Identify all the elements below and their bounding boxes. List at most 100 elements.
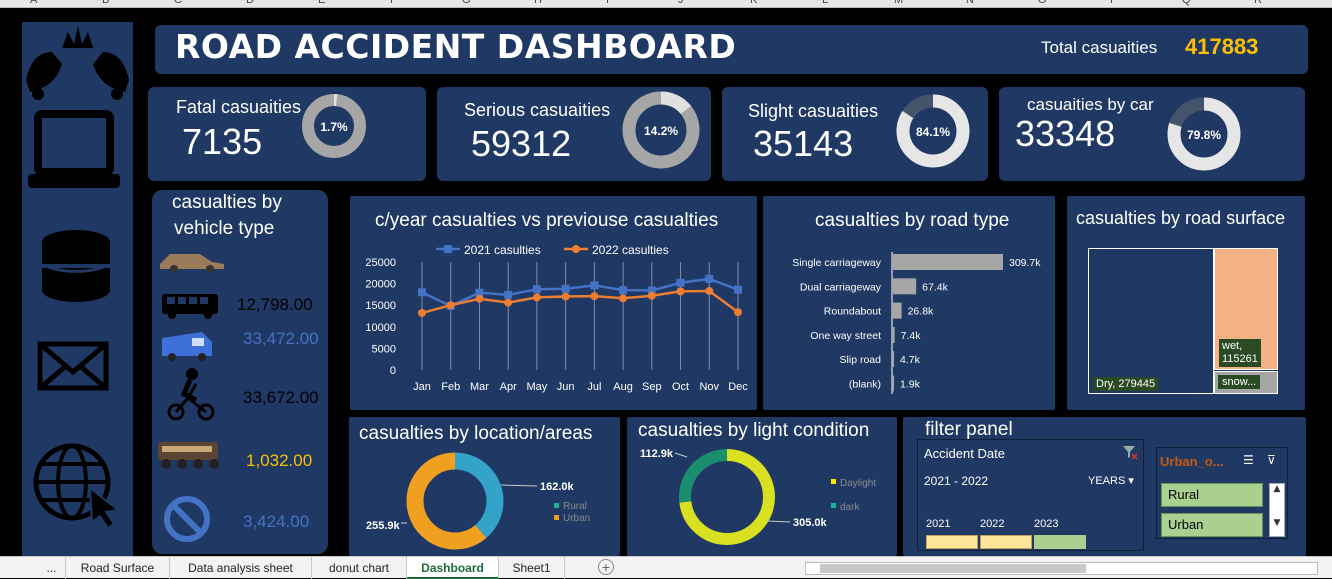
mail-icon[interactable]	[37, 341, 109, 391]
bar[interactable]	[892, 351, 894, 368]
data-point[interactable]	[647, 291, 656, 300]
slicer-item-urban[interactable]: Urban	[1161, 513, 1263, 537]
data-point[interactable]	[446, 301, 455, 310]
column-letter[interactable]: O	[1038, 0, 1047, 6]
laptop-icon[interactable]	[28, 110, 120, 188]
bar[interactable]	[892, 375, 894, 392]
data-point[interactable]	[532, 285, 541, 294]
data-point[interactable]	[705, 274, 714, 283]
column-letter[interactable]: B	[102, 0, 109, 6]
treemap-snow[interactable]: snow...	[1214, 371, 1278, 394]
data-point[interactable]	[504, 290, 513, 299]
treemap-wet[interactable]: wet, 115261	[1214, 248, 1278, 370]
sheet-tab[interactable]: Data analysis sheet	[170, 557, 312, 579]
scroll-up-icon[interactable]: ▲	[1270, 484, 1284, 494]
multiselect-icon[interactable]: ☰	[1243, 453, 1254, 467]
scroll-down-icon[interactable]: ▼	[1270, 518, 1284, 528]
data-point[interactable]	[418, 308, 426, 317]
column-letter[interactable]: I	[606, 0, 609, 6]
data-point[interactable]	[590, 292, 599, 301]
bar[interactable]	[892, 254, 1003, 270]
data-point[interactable]	[475, 294, 484, 303]
column-letter[interactable]: K	[750, 0, 757, 6]
clear-filter-icon[interactable]	[1122, 444, 1138, 460]
bar[interactable]	[892, 326, 895, 343]
sheet-tab[interactable]: ...	[38, 557, 66, 579]
horizontal-scrollbar[interactable]	[805, 562, 1318, 575]
add-sheet-icon[interactable]: +	[598, 559, 614, 575]
kpi-value: 33348	[1015, 113, 1116, 154]
data-point[interactable]	[734, 285, 742, 294]
treemap-dry[interactable]: Dry, 279445	[1088, 248, 1214, 394]
data-point[interactable]	[561, 292, 570, 301]
other-vehicle-icon	[164, 496, 210, 542]
nav-left-icon[interactable]	[20, 562, 30, 572]
vehicle-type-panel: casualties by vehicle type 12,798.00 33,…	[152, 190, 328, 554]
database-icon[interactable]	[41, 230, 111, 302]
sheet-tab[interactable]: Road Surface	[66, 557, 170, 579]
kpi-label: Slight casuaities	[748, 101, 879, 121]
timeline-bar-2021[interactable]	[926, 535, 978, 549]
x-tick-label: Sep	[642, 381, 662, 393]
timeline-bar-2022[interactable]	[980, 535, 1032, 549]
legend-2022: 2022 casulties	[592, 243, 669, 257]
legend-2021: 2021 casulties	[464, 243, 541, 257]
data-point[interactable]	[676, 278, 685, 287]
x-tick-label: Apr	[500, 381, 517, 393]
sheet-tab[interactable]: donut chart	[312, 557, 407, 579]
road-type-chart: Single carriageway 309.7k Dual carriageway…	[792, 252, 1041, 394]
column-letter[interactable]: M	[894, 0, 903, 6]
chevron-down-icon: ▾	[1128, 475, 1134, 487]
scroll-thumb[interactable]	[820, 564, 1086, 573]
bar[interactable]	[892, 302, 902, 319]
column-letter[interactable]: G	[462, 0, 471, 6]
column-letter[interactable]: H	[534, 0, 542, 6]
clear-filter-icon[interactable]: ⊽	[1267, 453, 1276, 467]
data-point[interactable]	[705, 286, 714, 295]
y-tick-label: 10000	[365, 322, 396, 334]
kpi-card-car: casuaities by car 33348 79.8%	[999, 87, 1305, 181]
column-letter[interactable]: A	[30, 0, 37, 6]
vehicle-title-line2: vehicle type	[174, 218, 275, 239]
data-point[interactable]	[619, 294, 628, 303]
sheet-tab[interactable]: Sheet1	[499, 557, 565, 579]
year-label-2021: 2021	[926, 518, 951, 530]
slicer-scrollbar[interactable]: ▲ ▼	[1269, 483, 1285, 537]
legend-rural: Rural	[563, 501, 587, 512]
data-point[interactable]	[734, 308, 742, 317]
column-letter[interactable]: R	[1254, 0, 1262, 6]
column-letter[interactable]: N	[966, 0, 974, 6]
total-casualties-value: 417883	[1185, 34, 1259, 59]
urban-slicer-title: Urban_o...	[1160, 454, 1224, 469]
x-tick-label: Oct	[672, 381, 689, 393]
data-point[interactable]	[676, 287, 685, 296]
vehicle-value-bus: 12,798.00	[237, 295, 313, 314]
column-letter[interactable]: Q	[1182, 0, 1191, 6]
column-letter[interactable]: E	[318, 0, 325, 6]
column-letter[interactable]: P	[1110, 0, 1117, 6]
column-letter[interactable]: C	[174, 0, 182, 6]
sheet-tab[interactable]: Dashboard	[407, 557, 499, 579]
data-point[interactable]	[532, 293, 541, 302]
bar[interactable]	[892, 278, 917, 295]
timeline-bar-2023[interactable]	[1034, 535, 1086, 549]
category-label: Roundabout	[824, 306, 881, 318]
data-point[interactable]	[418, 288, 426, 297]
column-letter[interactable]: D	[246, 0, 254, 6]
column-letter[interactable]: J	[678, 0, 684, 6]
line-chart: 2021 casulties 2022 casulties 25000 20000…	[365, 243, 748, 393]
sheet-tab-bar: ... Road Surface Data analysis sheet donut …	[0, 556, 1332, 579]
globe-cursor-icon[interactable]	[33, 443, 121, 530]
column-header-bar: A B C D E F G H I J K L M N O P Q R	[0, 0, 1332, 8]
column-letter[interactable]: F	[390, 0, 397, 6]
crash-logo-icon[interactable]	[26, 26, 129, 100]
slicer-item-rural[interactable]: Rural	[1161, 483, 1263, 507]
kpi-ring-serious: 14.2%	[622, 91, 700, 169]
column-letter[interactable]: L	[822, 0, 828, 6]
data-point[interactable]	[561, 284, 570, 293]
treemap-label-wet-name: wet,	[1222, 340, 1243, 352]
period-selector[interactable]: YEARS ▾	[1088, 474, 1134, 487]
data-point[interactable]	[619, 286, 628, 295]
data-point[interactable]	[590, 281, 599, 290]
data-point[interactable]	[504, 298, 513, 307]
